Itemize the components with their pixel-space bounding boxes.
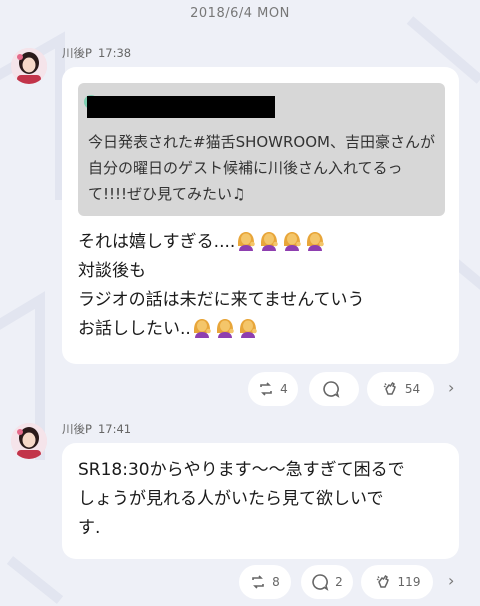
message-text: それは嬉しすぎる.... 対談後も ラジオの話は未だに来てませんていう お話しし… bbox=[78, 228, 364, 344]
woman-tipping-hand-emoji bbox=[284, 232, 302, 251]
woman-tipping-hand-emoji bbox=[239, 319, 257, 338]
avatar[interactable] bbox=[11, 48, 47, 84]
retweet-count: 8 bbox=[272, 575, 280, 589]
message-text: SR18:30からやります〜〜急すぎて困るで しょうが見れる人がいたら見て欲しい… bbox=[78, 456, 405, 543]
message-actions: 8 2 119 › bbox=[0, 565, 480, 599]
retweet-count: 4 bbox=[280, 382, 288, 396]
clap-count: 119 bbox=[397, 575, 421, 589]
clap-count: 54 bbox=[404, 382, 421, 396]
retweet-button[interactable]: 8 bbox=[239, 565, 291, 599]
retweet-button[interactable]: 4 bbox=[248, 372, 298, 406]
message-line: SR18:30からやります〜〜急すぎて困るで bbox=[78, 460, 405, 480]
woman-tipping-hand-emoji bbox=[307, 232, 325, 251]
woman-tipping-hand-emoji bbox=[216, 319, 234, 338]
message-bubble[interactable]: SR18:30からやります〜〜急すぎて困るで しょうが見れる人がいたら見て欲しい… bbox=[62, 443, 459, 559]
message-meta: 川後P 17:38 bbox=[62, 45, 131, 61]
reply-button[interactable]: 2 bbox=[301, 565, 353, 599]
quote-text: 今日発表された#猫舌SHOWROOM、吉田豪さんが自分の曜日のゲスト候補に川後さ… bbox=[88, 133, 435, 203]
clap-button[interactable]: 119 bbox=[361, 565, 433, 599]
message-line: しょうが見れる人がいたら見て欲しいで bbox=[78, 489, 384, 509]
avatar-image bbox=[11, 48, 47, 84]
reply-icon bbox=[312, 574, 329, 591]
message-actions: 4 54 › bbox=[0, 372, 480, 406]
author-name: 川後P bbox=[62, 46, 92, 60]
message-meta: 川後P 17:41 bbox=[62, 421, 131, 437]
clap-icon bbox=[376, 574, 389, 588]
chevron-right-icon[interactable]: › bbox=[448, 378, 454, 397]
clap-icon bbox=[383, 381, 396, 395]
quoted-reply[interactable]: 今日発表された#猫舌SHOWROOM、吉田豪さんが自分の曜日のゲスト候補に川後さ… bbox=[78, 83, 445, 216]
message-line: 対談後も bbox=[78, 261, 146, 281]
woman-tipping-hand-emoji bbox=[193, 319, 211, 338]
message-line: す. bbox=[78, 518, 101, 538]
author-name: 川後P bbox=[62, 422, 92, 436]
avatar-image bbox=[11, 423, 47, 459]
avatar[interactable] bbox=[11, 423, 47, 459]
message-bubble[interactable]: 今日発表された#猫舌SHOWROOM、吉田豪さんが自分の曜日のゲスト候補に川後さ… bbox=[62, 67, 459, 364]
reply-count: 2 bbox=[335, 575, 343, 589]
timestamp: 17:38 bbox=[97, 46, 132, 60]
chevron-right-icon[interactable]: › bbox=[448, 571, 454, 590]
reply-button[interactable] bbox=[309, 372, 359, 406]
retweet-icon bbox=[260, 382, 272, 396]
woman-tipping-hand-emoji bbox=[261, 232, 279, 251]
redacted-name bbox=[87, 96, 275, 118]
woman-tipping-hand-emoji bbox=[238, 232, 256, 251]
retweet-icon bbox=[252, 575, 264, 589]
message-line: ラジオの話は未だに来てませんていう bbox=[78, 290, 365, 310]
message-line: お話ししたい.. bbox=[78, 315, 364, 344]
date-header: 2018/6/4 MON bbox=[190, 6, 290, 21]
message-line: それは嬉しすぎる.... bbox=[78, 228, 364, 257]
reply-icon bbox=[323, 381, 340, 398]
clap-button[interactable]: 54 bbox=[367, 372, 434, 406]
timestamp: 17:41 bbox=[97, 422, 132, 436]
